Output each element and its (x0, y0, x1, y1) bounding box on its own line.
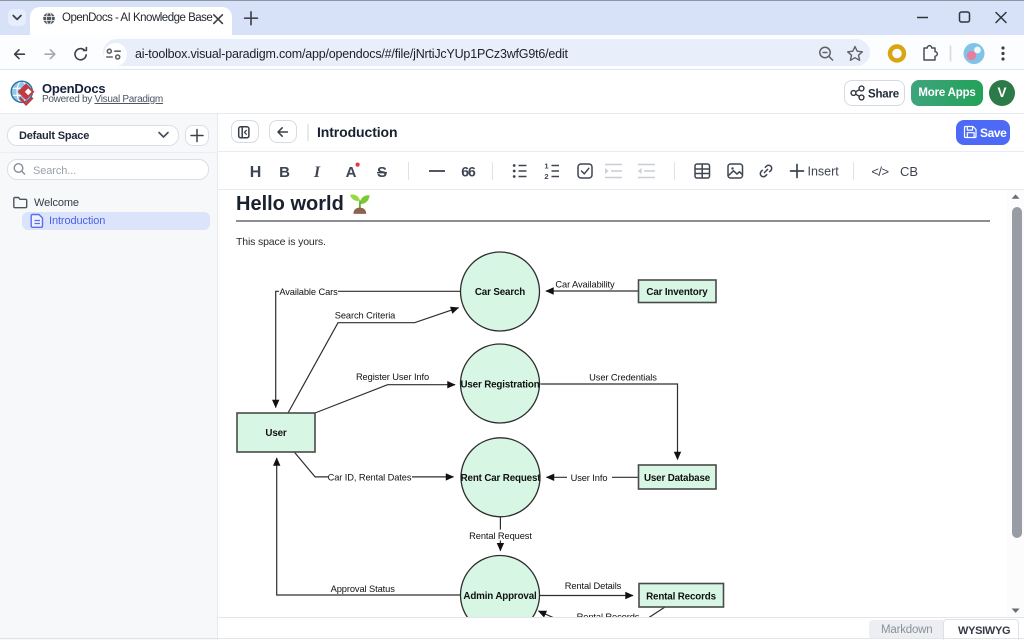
svg-text:</>: </> (871, 164, 888, 179)
svg-text:1: 1 (544, 162, 548, 171)
svg-text:A: A (346, 164, 357, 181)
svg-text:S: S (377, 164, 387, 181)
svg-text:CB: CB (900, 164, 918, 179)
svg-text:Share: Share (868, 89, 899, 101)
svg-text:2: 2 (544, 172, 548, 181)
svg-text:Insert: Insert (808, 165, 840, 179)
svg-text:I: I (313, 164, 321, 181)
svg-text:66: 66 (461, 164, 476, 180)
svg-text:B: B (279, 164, 290, 181)
svg-text:H: H (250, 164, 262, 181)
